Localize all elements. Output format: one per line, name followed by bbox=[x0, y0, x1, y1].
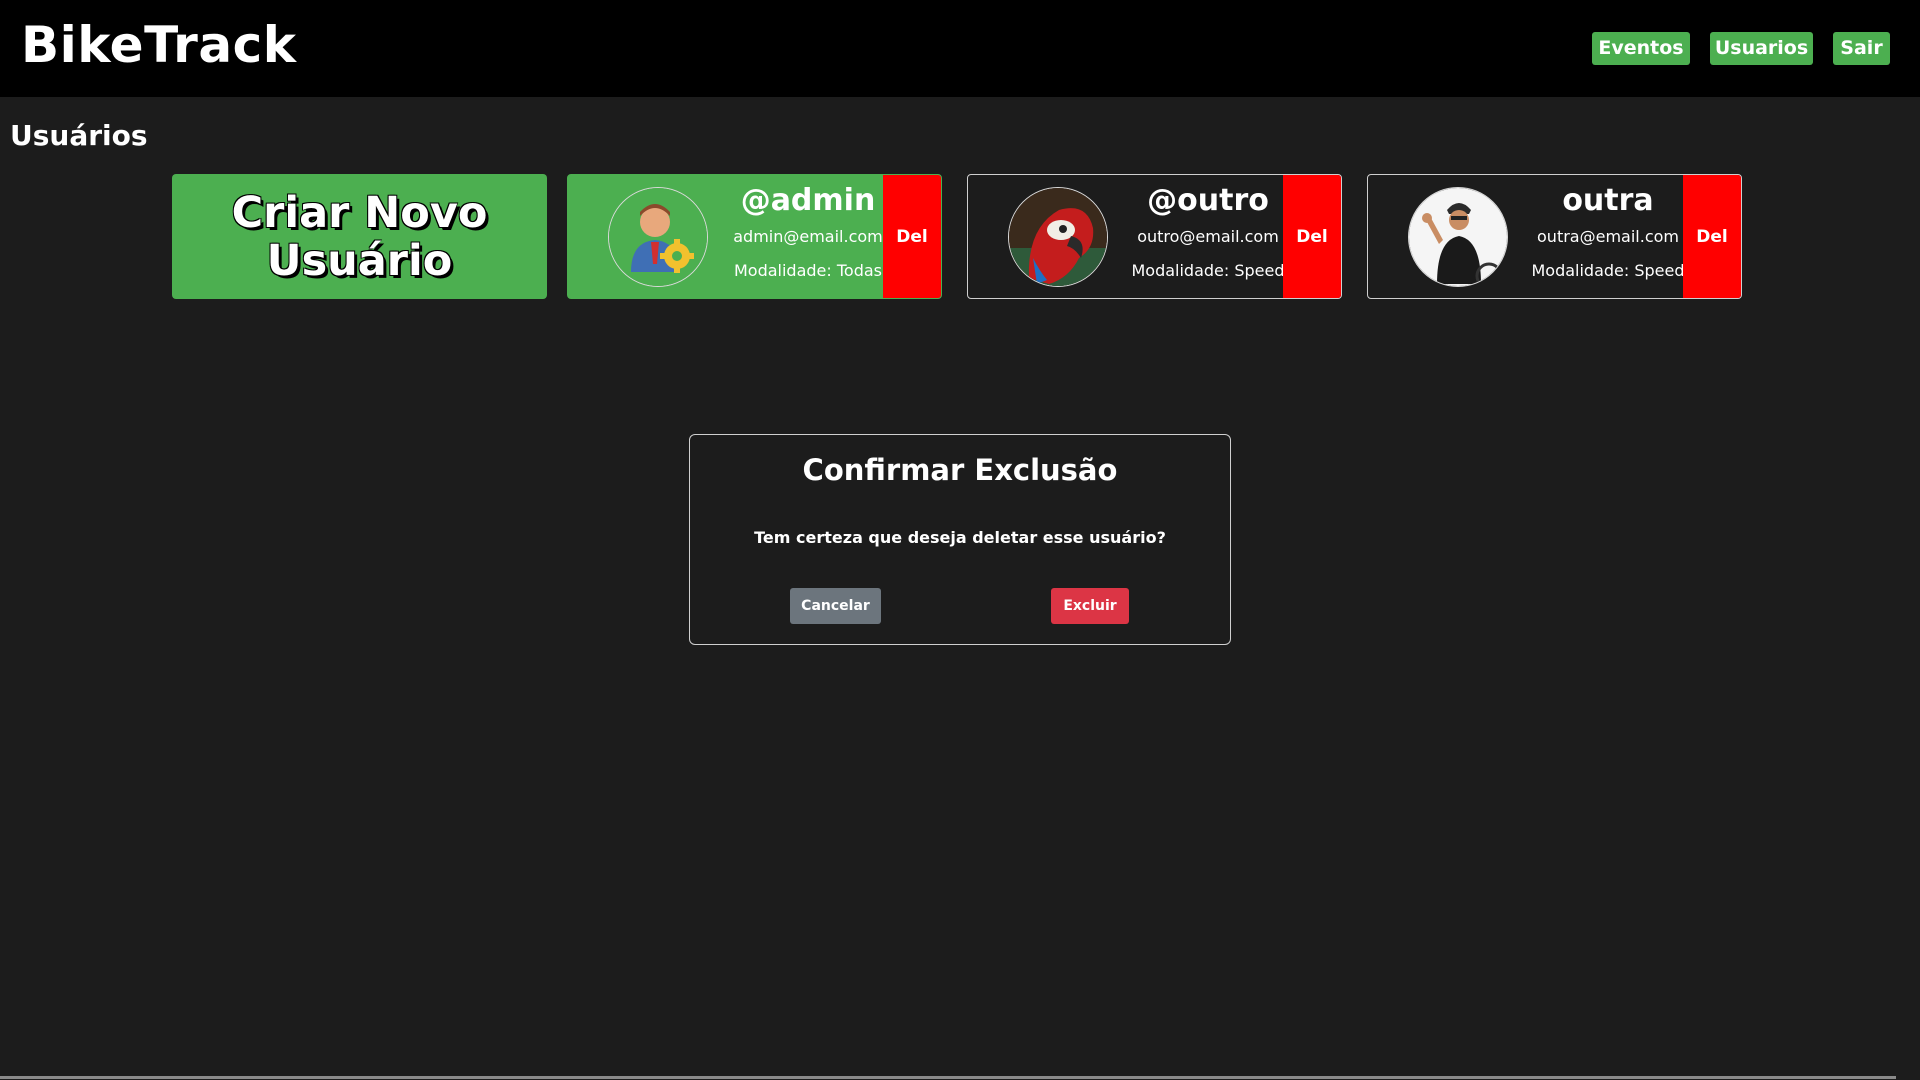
user-username: outra bbox=[1562, 183, 1654, 218]
admin-gear-avatar bbox=[608, 187, 708, 287]
dialog-title: Confirmar Exclusão bbox=[802, 453, 1118, 487]
user-card-outra[interactable]: outra outra@email.com Modalidade: Speed … bbox=[1367, 174, 1742, 299]
dialog-message: Tem certeza que deseja deletar esse usuá… bbox=[754, 528, 1166, 547]
nav-sair-button[interactable]: Sair bbox=[1833, 32, 1890, 65]
user-email: admin@email.com bbox=[733, 227, 883, 246]
user-card-admin[interactable]: @admin admin@email.com Modalidade: Todas… bbox=[567, 174, 942, 299]
user-card-outro[interactable]: @outro outro@email.com Modalidade: Speed… bbox=[967, 174, 1342, 299]
horizontal-scrollbar[interactable] bbox=[0, 1076, 1896, 1079]
top-navbar: BikeTrack Eventos Usuarios Sair bbox=[0, 0, 1920, 97]
user-email: outro@email.com bbox=[1137, 227, 1279, 246]
parrot-avatar bbox=[1008, 187, 1108, 287]
user-modalidade: Modalidade: Todas bbox=[733, 261, 883, 280]
user-modalidade: Modalidade: Speed bbox=[1531, 261, 1685, 280]
cyclist-avatar bbox=[1408, 187, 1508, 287]
create-user-label: Criar Novo Usuário bbox=[231, 187, 488, 286]
create-user-button[interactable]: Criar Novo Usuário bbox=[172, 174, 547, 299]
user-modalidade: Modalidade: Speed bbox=[1131, 261, 1285, 280]
nav-eventos-button[interactable]: Eventos bbox=[1592, 32, 1690, 65]
cancel-button[interactable]: Cancelar bbox=[790, 588, 881, 624]
delete-user-button[interactable]: Del bbox=[883, 175, 941, 298]
confirm-delete-dialog: Confirmar Exclusão Tem certeza que desej… bbox=[689, 434, 1231, 645]
user-email: outra@email.com bbox=[1537, 227, 1679, 246]
delete-user-button[interactable]: Del bbox=[1683, 175, 1741, 298]
confirm-delete-button[interactable]: Excluir bbox=[1051, 588, 1129, 624]
user-username: @outro bbox=[1147, 183, 1269, 218]
user-username: @admin bbox=[740, 183, 876, 218]
nav-usuarios-button[interactable]: Usuarios bbox=[1710, 32, 1813, 65]
page-title: Usuários bbox=[10, 119, 148, 152]
delete-user-button[interactable]: Del bbox=[1283, 175, 1341, 298]
brand-logo[interactable]: BikeTrack bbox=[21, 16, 296, 74]
